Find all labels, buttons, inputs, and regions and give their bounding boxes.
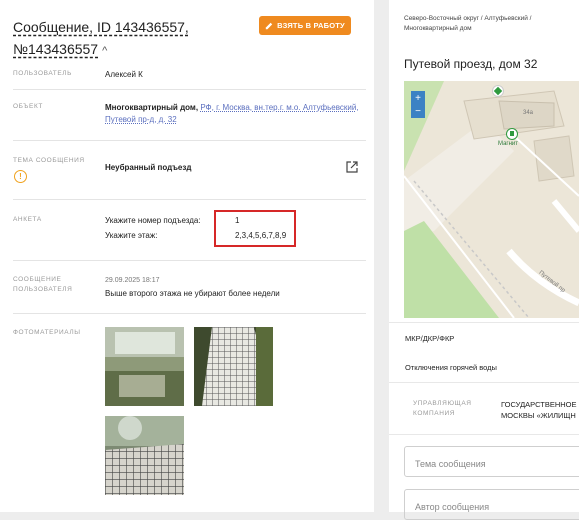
- map-shop-label: Магнит: [498, 141, 519, 147]
- object-address-title: Путевой проезд, дом 32: [404, 57, 538, 71]
- external-link-icon[interactable]: [346, 161, 358, 173]
- user-message-label: СООБЩЕНИЕ ПОЛЬЗОВАТЕЛЯ: [13, 276, 73, 293]
- message-title-line2: №143436557: [13, 41, 99, 57]
- object-value: Многоквартирный дом, РФ, г. Москва, вн.т…: [105, 102, 367, 126]
- form-label: АНКЕТА: [13, 216, 42, 223]
- take-to-work-label: ВЗЯТЬ В РАБОТУ: [277, 21, 345, 30]
- map-marker-icon[interactable]: [492, 85, 504, 97]
- divider: [13, 89, 366, 90]
- warning-icon: !: [14, 170, 27, 183]
- author-input-placeholder: Автор сообщения: [415, 502, 490, 512]
- photo-thumbnail[interactable]: [105, 327, 184, 406]
- management-company-label: УПРАВЛЯЮЩАЯ КОМПАНИЯ: [413, 400, 472, 417]
- section-mkr: МКР/ДКР/ФКР: [405, 334, 455, 343]
- shop-marker-icon[interactable]: [506, 128, 518, 140]
- message-title: Сообщение, ID 143436557, №143436557 ^: [13, 16, 253, 62]
- topic-value: Неубранный подъезд: [105, 163, 192, 172]
- user-value: Алексей К: [105, 70, 143, 79]
- divider: [389, 434, 579, 435]
- photos-label: ФОТОМАТЕРИАЛЫ: [13, 329, 81, 336]
- object-address-link-1[interactable]: РФ, г. Москва, вн.тер.г. м.о. Алтуфьевск…: [200, 103, 358, 112]
- topic-input[interactable]: Тема сообщения: [404, 446, 579, 477]
- photo-thumbnail[interactable]: [194, 327, 273, 406]
- form-question-2: Укажите этаж:: [105, 231, 158, 240]
- map-zoom-out-button[interactable]: −: [411, 104, 425, 118]
- user-label: ПОЛЬЗОВАТЕЛЬ: [13, 70, 73, 77]
- highlight-box: [214, 210, 296, 247]
- divider: [389, 322, 579, 323]
- breadcrumb: Северо-Восточный округ / Алтуфьевский / …: [404, 15, 532, 32]
- divider: [13, 313, 366, 314]
- object-details-panel: Северо-Восточный округ / Алтуфьевский / …: [389, 0, 579, 512]
- object-label: ОБЪЕКТ: [13, 103, 43, 110]
- map-house-number: 34а: [523, 110, 534, 116]
- map[interactable]: 34а Магнит Путевой пр: [404, 81, 579, 318]
- message-date: 29.09.2025 18:17: [105, 277, 160, 284]
- topic-input-placeholder: Тема сообщения: [415, 459, 486, 469]
- chevron-up-icon[interactable]: ^: [102, 45, 107, 57]
- take-to-work-button[interactable]: ВЗЯТЬ В РАБОТУ: [259, 16, 351, 35]
- topic-label: ТЕМА СООБЩЕНИЯ: [13, 157, 85, 164]
- section-hot-water: Отключения горячей воды: [405, 363, 497, 372]
- author-input[interactable]: Автор сообщения: [404, 489, 579, 520]
- divider: [13, 140, 366, 141]
- message-title-line1: Сообщение, ID 143436557,: [13, 19, 189, 35]
- pencil-icon: [265, 22, 273, 29]
- form-question-1: Укажите номер подъезда:: [105, 216, 201, 225]
- message-panel: Сообщение, ID 143436557, №143436557 ^ ВЗЯ…: [0, 0, 374, 512]
- photo-thumbnail[interactable]: [105, 416, 184, 495]
- message-text: Выше второго этажа не убирают более неде…: [105, 289, 280, 298]
- divider: [389, 382, 579, 383]
- divider: [13, 260, 366, 261]
- management-company-value: ГОСУДАРСТВЕННОЕ МОСКВЫ «ЖИЛИЩН: [501, 400, 577, 420]
- object-type: Многоквартирный дом,: [105, 103, 199, 112]
- object-address-link-2[interactable]: Путевой пр-д, д. 32: [105, 115, 177, 124]
- map-zoom-in-button[interactable]: +: [411, 91, 425, 105]
- divider: [13, 199, 366, 200]
